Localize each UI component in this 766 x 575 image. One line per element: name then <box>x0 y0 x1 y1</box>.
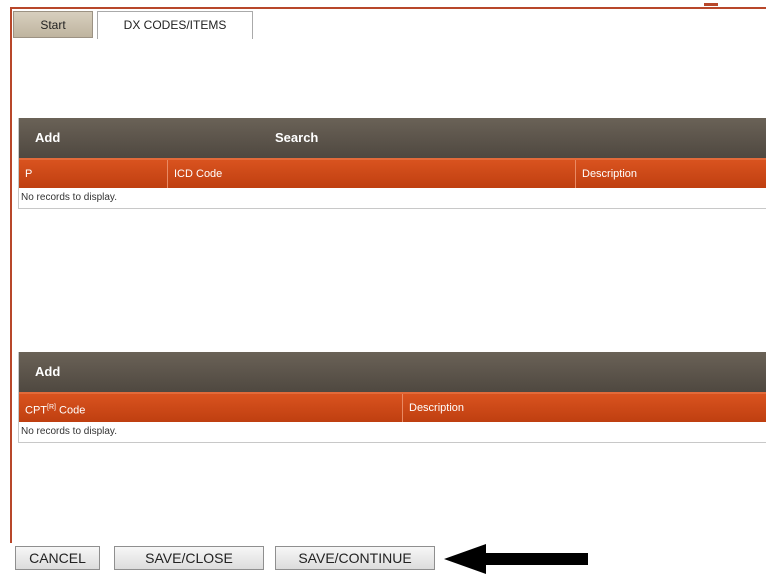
icd-code-grid: Add Search P ICD Code Description No rec… <box>18 118 766 209</box>
icd-grid-toolbar: Add Search <box>19 118 766 158</box>
column-header-cpt-description[interactable]: Description <box>403 394 766 422</box>
save-close-button[interactable]: SAVE/CLOSE <box>114 546 264 570</box>
left-arrow-icon <box>444 544 588 574</box>
column-header-description[interactable]: Description <box>576 160 766 188</box>
search-icd-button[interactable]: Search <box>275 118 318 158</box>
add-cpt-button[interactable]: Add <box>35 352 60 392</box>
registered-mark: [R] <box>47 404 56 411</box>
left-border <box>10 7 12 543</box>
top-border <box>10 7 766 9</box>
window-edge-mark <box>704 3 718 6</box>
code-label: Code <box>55 404 86 417</box>
column-header-p[interactable]: P <box>19 160 168 188</box>
save-continue-button[interactable]: SAVE/CONTINUE <box>275 546 435 570</box>
column-header-cpt-code[interactable]: CPT[R] Code <box>19 394 403 422</box>
cpt-code-grid: Add CPT[R] Code Description No records t… <box>18 352 766 443</box>
icd-grid-header: P ICD Code Description <box>19 158 766 188</box>
cpt-grid-header: CPT[R] Code Description <box>19 392 766 422</box>
cpt-grid-toolbar: Add <box>19 352 766 392</box>
cancel-button[interactable]: CANCEL <box>15 546 100 570</box>
cpt-label: CPT <box>25 404 47 417</box>
tab-dx-codes-items[interactable]: DX CODES/ITEMS <box>97 11 253 39</box>
cpt-grid-empty-message: No records to display. <box>19 422 766 442</box>
dx-codes-window: Start DX CODES/ITEMS Add Search P ICD Co… <box>0 0 766 574</box>
add-icd-button[interactable]: Add <box>35 118 60 158</box>
column-header-icd-code[interactable]: ICD Code <box>168 160 576 188</box>
icd-grid-empty-message: No records to display. <box>19 188 766 208</box>
tab-start[interactable]: Start <box>13 11 93 38</box>
